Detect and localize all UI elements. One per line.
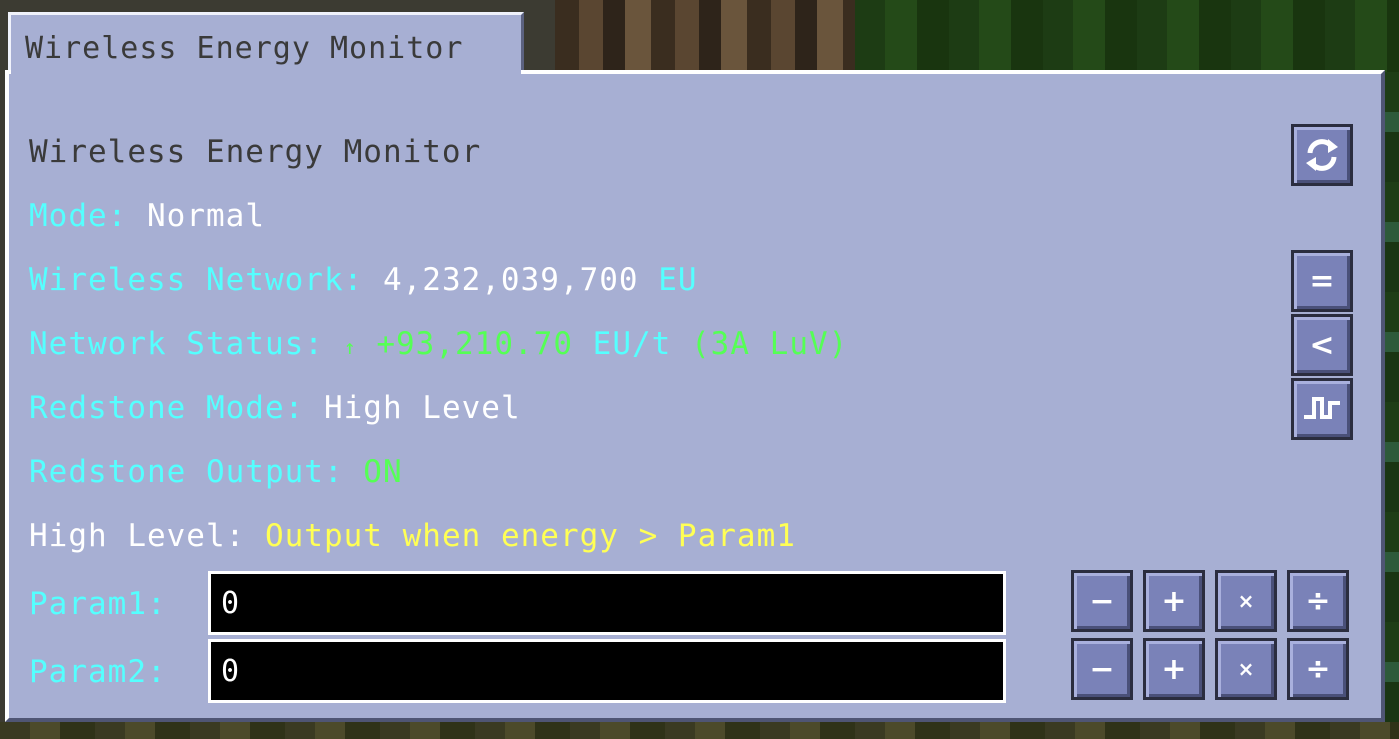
- status-up-arrow-icon: ↑: [343, 335, 357, 359]
- redstone-signal-icon: [1302, 393, 1342, 425]
- param1-plus-button[interactable]: +: [1143, 570, 1205, 632]
- param2-multiply-button[interactable]: ×: [1215, 638, 1277, 700]
- minus-icon: −: [1089, 651, 1115, 687]
- mode-line: Mode: Normal: [29, 198, 265, 234]
- panel-title: Wireless Energy Monitor: [29, 134, 482, 170]
- param1-multiply-button[interactable]: ×: [1215, 570, 1277, 632]
- redstone-output-line: Redstone Output: ON: [29, 454, 403, 490]
- network-status-label: Network Status:: [29, 326, 324, 362]
- divide-icon: ÷: [1305, 651, 1331, 687]
- mode-label: Mode:: [29, 198, 128, 234]
- redstone-mode-value: High Level: [323, 390, 521, 426]
- redstone-signal-button[interactable]: [1291, 378, 1353, 440]
- window-tab-title: Wireless Energy Monitor: [25, 31, 464, 66]
- param1-minus-button[interactable]: −: [1071, 570, 1133, 632]
- param2-input[interactable]: [208, 639, 1006, 703]
- plus-icon: +: [1161, 651, 1187, 687]
- less-than-icon: <: [1309, 327, 1335, 363]
- param1-label: Param1:: [29, 586, 167, 622]
- network-status-amps: (3A LuV): [691, 326, 849, 362]
- level-description-value: Output when energy > Param1: [264, 518, 796, 554]
- level-description-line: High Level: Output when energy > Param1: [29, 518, 796, 554]
- param2-plus-button[interactable]: +: [1143, 638, 1205, 700]
- wireless-network-unit: EU: [658, 262, 698, 298]
- redstone-output-value: ON: [363, 454, 403, 490]
- network-status-line: Network Status: ↑ +93,210.70 EU/t (3A Lu…: [29, 326, 848, 362]
- world-edge-right: [1385, 72, 1399, 739]
- param2-minus-button[interactable]: −: [1071, 638, 1133, 700]
- param1-input[interactable]: [208, 571, 1006, 635]
- tab-panel-join: [11, 66, 521, 78]
- redstone-output-label: Redstone Output:: [29, 454, 344, 490]
- refresh-button[interactable]: [1291, 124, 1353, 186]
- minus-icon: −: [1089, 583, 1115, 619]
- world-edge-bottom: [0, 722, 1399, 739]
- wireless-network-value: 4,232,039,700: [382, 262, 639, 298]
- redstone-mode-line: Redstone Mode: High Level: [29, 390, 521, 426]
- param2-label: Param2:: [29, 654, 167, 690]
- equals-icon: =: [1309, 263, 1335, 299]
- wireless-network-line: Wireless Network: 4,232,039,700 EU: [29, 262, 698, 298]
- divide-icon: ÷: [1305, 583, 1331, 619]
- param2-divide-button[interactable]: ÷: [1287, 638, 1349, 700]
- multiply-icon: ×: [1237, 657, 1255, 681]
- less-than-button[interactable]: <: [1291, 314, 1353, 376]
- refresh-icon: [1302, 135, 1342, 175]
- plus-icon: +: [1161, 583, 1187, 619]
- equals-button[interactable]: =: [1291, 250, 1353, 312]
- tree-trunk-background: [555, 0, 855, 72]
- network-status-unit: EU/t: [592, 326, 672, 362]
- level-description-label: High Level:: [29, 518, 246, 554]
- network-status-value: +93,210.70: [376, 326, 573, 362]
- wireless-network-label: Wireless Network:: [29, 262, 364, 298]
- redstone-mode-label: Redstone Mode:: [29, 390, 305, 426]
- mode-value: Normal: [147, 198, 265, 234]
- grass-background: [855, 0, 1399, 72]
- param1-divide-button[interactable]: ÷: [1287, 570, 1349, 632]
- multiply-icon: ×: [1237, 589, 1255, 613]
- monitor-panel: Wireless Energy Monitor Mode: Normal Wir…: [5, 70, 1385, 722]
